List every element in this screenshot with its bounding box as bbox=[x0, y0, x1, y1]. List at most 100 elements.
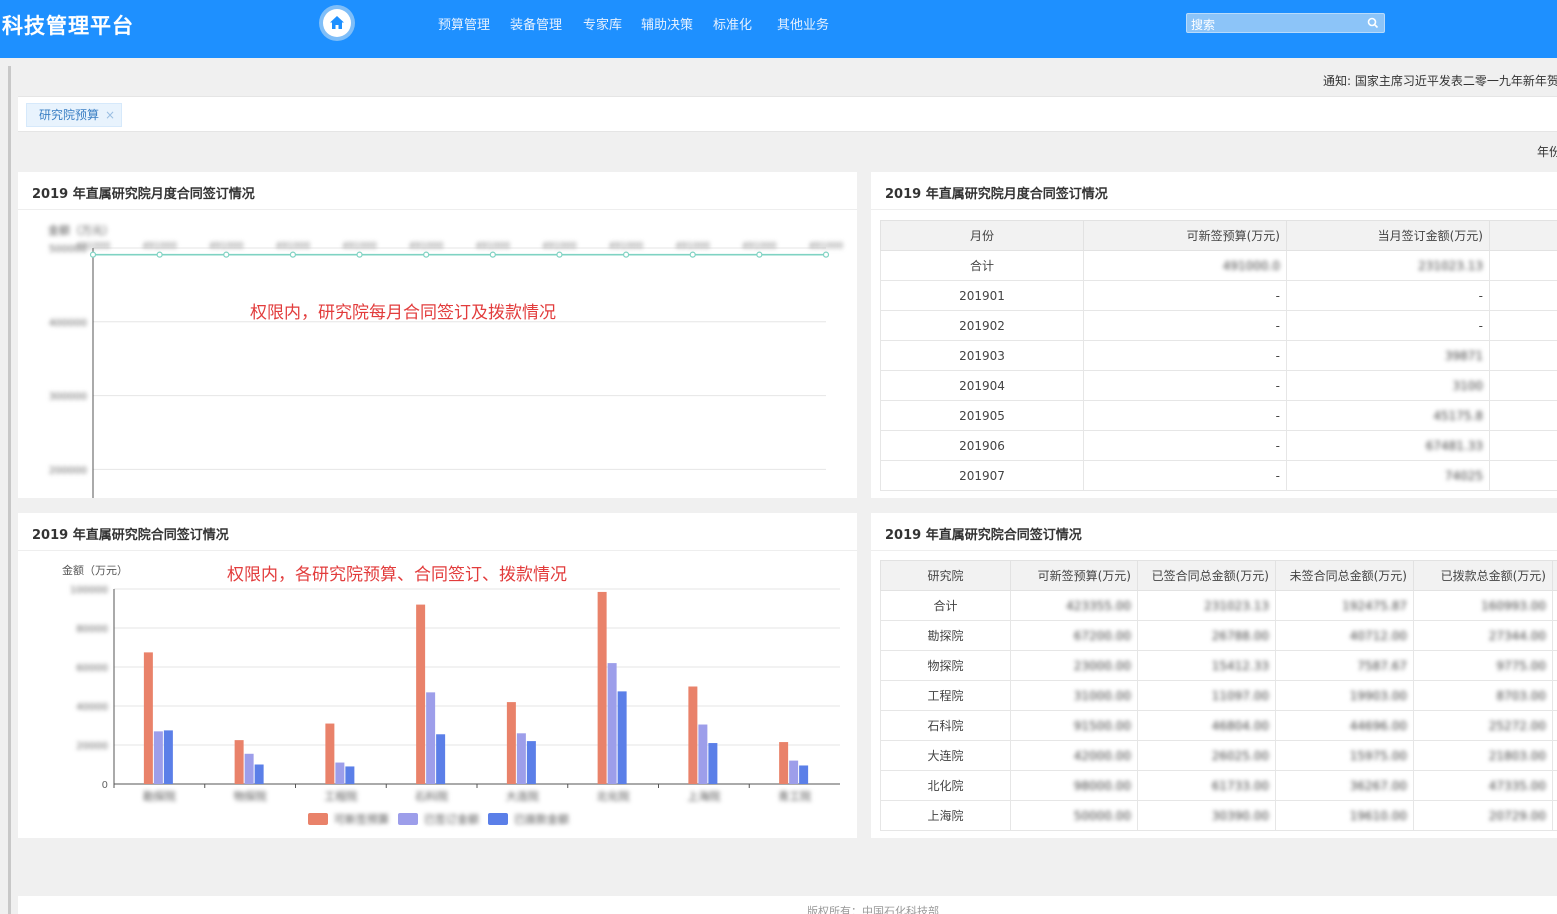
nav-item-budget[interactable]: 预算管理 bbox=[438, 14, 490, 33]
cell-signed-total: 61733.00 bbox=[1137, 770, 1276, 801]
col-header-signed-total[interactable]: 已签合同总金额(万元) bbox=[1137, 560, 1276, 591]
cell-institute: 石科院 bbox=[880, 710, 1011, 741]
cell-unsigned-total: 15975.00 bbox=[1275, 740, 1414, 771]
table-row[interactable]: 201906-67481.33 bbox=[880, 430, 1557, 461]
cell-budget: 98000.00 bbox=[1010, 770, 1138, 801]
col-header-budget[interactable]: 可新签预算(万元) bbox=[1010, 560, 1138, 591]
cell-paid-total: 21803.00 bbox=[1413, 740, 1553, 771]
cell-paid-total: 160993.00 bbox=[1413, 590, 1553, 621]
bar bbox=[617, 691, 627, 784]
notice-marquee[interactable]: 通知: 国家主席习近平发表二零一九年新年贺 bbox=[1323, 72, 1557, 89]
cell-signed-total: 231023.13 bbox=[1137, 590, 1276, 621]
table-row[interactable]: 201901- - bbox=[880, 280, 1557, 311]
cell-extra bbox=[1489, 250, 1557, 281]
cell-institute: 勘探院 bbox=[880, 620, 1011, 651]
cell-extra bbox=[1552, 710, 1557, 741]
legend-label: 可新签预算 bbox=[334, 812, 389, 826]
search-input[interactable]: 搜索 bbox=[1186, 13, 1385, 33]
cell-budget: 23000.00 bbox=[1010, 650, 1138, 681]
cell-extra bbox=[1489, 430, 1557, 461]
bar bbox=[688, 686, 698, 784]
nav-item-decision[interactable]: 辅助决策 bbox=[641, 14, 693, 33]
year-filter-label: 年份 bbox=[1537, 145, 1557, 159]
bar bbox=[799, 765, 809, 784]
cell-budget: - bbox=[1083, 430, 1287, 461]
cell-paid-total: 27344.00 bbox=[1413, 620, 1553, 651]
x-tick-label: 上海院 bbox=[687, 789, 720, 803]
col-header-signed[interactable]: 当月签订金额(万元) bbox=[1286, 220, 1490, 251]
cell-extra bbox=[1552, 590, 1557, 621]
cell-signed-total: 15412.33 bbox=[1137, 650, 1276, 681]
nav-item-experts[interactable]: 专家库 bbox=[583, 14, 622, 33]
cell-budget: 50000.00 bbox=[1010, 800, 1138, 831]
data-point bbox=[223, 251, 230, 258]
cell-signed: 3100 bbox=[1286, 370, 1490, 401]
table-row[interactable]: 201903-39871 bbox=[880, 340, 1557, 371]
cell-budget: - bbox=[1083, 340, 1287, 371]
cell-signed: 231023.13 bbox=[1286, 250, 1490, 281]
cell-budget: 31000.00 bbox=[1010, 680, 1138, 711]
panel-header: 2019 年直属研究院合同签订情况 bbox=[18, 513, 857, 551]
table-row[interactable]: 工程院 31000.00 11097.00 19903.00 8703.00 bbox=[880, 680, 1557, 711]
col-header-institute[interactable]: 研究院 bbox=[880, 560, 1011, 591]
nav-item-standards[interactable]: 标准化 bbox=[713, 14, 752, 33]
col-header-extra bbox=[1552, 560, 1557, 591]
tab-institute-budget[interactable]: 研究院预算 × bbox=[26, 103, 123, 127]
table-row[interactable]: 勘探院 67200.00 26788.00 40712.00 27344.00 bbox=[880, 620, 1557, 651]
cell-extra bbox=[1489, 400, 1557, 431]
data-point bbox=[822, 251, 830, 258]
cell-extra bbox=[1489, 310, 1557, 341]
cell-signed: 39871 bbox=[1286, 340, 1490, 371]
home-button[interactable] bbox=[319, 5, 355, 41]
table-row[interactable]: 北化院 98000.00 61733.00 36267.00 47335.00 bbox=[880, 770, 1557, 801]
monthly-chart-panel: 2019 年直属研究院月度合同签订情况 金额（万元）01000002000003… bbox=[18, 172, 857, 498]
cell-institute: 大连院 bbox=[880, 740, 1011, 771]
col-header-month[interactable]: 月份 bbox=[880, 220, 1084, 251]
nav-item-equipment[interactable]: 装备管理 bbox=[510, 14, 562, 33]
cell-paid-total: 20729.00 bbox=[1413, 800, 1553, 831]
close-icon[interactable]: × bbox=[105, 104, 115, 126]
cell-extra bbox=[1489, 340, 1557, 371]
data-label: 491000 bbox=[209, 242, 244, 252]
table-row[interactable]: 合计 423355.00 231023.13 192475.87 160993.00 bbox=[880, 590, 1557, 621]
cell-month: 201905 bbox=[880, 400, 1084, 431]
brand-title[interactable]: 科技管理平台 bbox=[2, 10, 134, 40]
search-placeholder: 搜索 bbox=[1191, 18, 1216, 32]
cell-unsigned-total: 19903.00 bbox=[1275, 680, 1414, 711]
data-label: 491000 bbox=[142, 242, 177, 252]
data-label: 491000 bbox=[676, 242, 711, 252]
cell-budget: 42000.00 bbox=[1010, 740, 1138, 771]
table-row[interactable]: 201905-45175.8 bbox=[880, 400, 1557, 431]
col-header-paid-total[interactable]: 已拨款总金额(万元) bbox=[1413, 560, 1553, 591]
table-row[interactable]: 大连院 42000.00 26025.00 15975.00 21803.00 bbox=[880, 740, 1557, 771]
table-row[interactable]: 上海院 50000.00 30390.00 19610.00 20729.00 bbox=[880, 800, 1557, 831]
top-navbar: 科技管理平台 预算管理 装备管理 专家库 辅助决策 标准化 其他业务 搜索 bbox=[0, 0, 1557, 58]
col-header-budget[interactable]: 可新签预算(万元) bbox=[1083, 220, 1287, 251]
cell-signed-total: 30390.00 bbox=[1137, 800, 1276, 831]
table-row[interactable]: 石科院 91500.00 46804.00 44696.00 25272.00 bbox=[880, 710, 1557, 741]
bar bbox=[244, 753, 254, 784]
y-tick-label: 400000 bbox=[49, 318, 87, 329]
table-row[interactable]: 物探院 23000.00 15412.33 7587.67 9775.00 bbox=[880, 650, 1557, 681]
table-row[interactable]: 201904-3100 bbox=[880, 370, 1557, 401]
cell-paid-total: 25272.00 bbox=[1413, 710, 1553, 741]
table-header-row: 月份 可新签预算(万元) 当月签订金额(万元) bbox=[880, 220, 1557, 251]
x-tick-label: 勘探院 bbox=[143, 789, 176, 803]
cell-unsigned-total: 44696.00 bbox=[1275, 710, 1414, 741]
nav-item-other[interactable]: 其他业务 bbox=[777, 14, 829, 33]
cell-budget: 91500.00 bbox=[1010, 710, 1138, 741]
data-point bbox=[556, 251, 563, 258]
data-point bbox=[756, 251, 763, 258]
col-header-unsigned-total[interactable]: 未签合同总金额(万元) bbox=[1275, 560, 1414, 591]
search-icon[interactable] bbox=[1366, 16, 1380, 30]
x-tick-label: 大连院 bbox=[506, 789, 539, 803]
table-row[interactable]: 合计 491000.0 231023.13 bbox=[880, 250, 1557, 281]
cell-budget: - bbox=[1083, 400, 1287, 431]
copyright-text: 版权所有：中国石化科技部 bbox=[807, 905, 939, 914]
institute-chart-panel: 2019 年直属研究院合同签订情况 金额（万元） 0 20000 40000 60000… bbox=[18, 513, 857, 838]
table-row[interactable]: 201902- - bbox=[880, 310, 1557, 341]
data-point bbox=[689, 251, 696, 258]
y-tick-label: 80000 bbox=[76, 624, 108, 635]
cell-month: 201903 bbox=[880, 340, 1084, 371]
table-row[interactable]: 201907-74025 bbox=[880, 460, 1557, 491]
